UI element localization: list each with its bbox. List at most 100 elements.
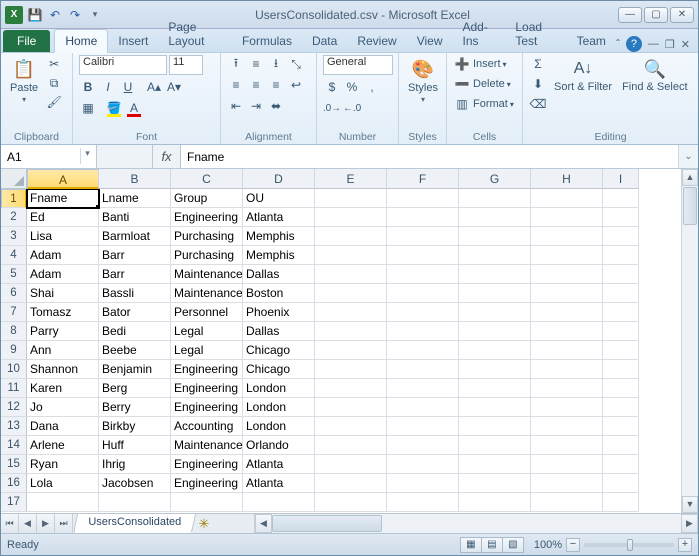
cell[interactable] (531, 379, 603, 398)
cell[interactable] (459, 417, 531, 436)
tab-formulas[interactable]: Formulas (232, 30, 302, 52)
cell[interactable]: Bedi (99, 322, 171, 341)
cell[interactable] (603, 341, 639, 360)
cell[interactable]: Arlene (27, 436, 99, 455)
cell[interactable]: Maintenance (171, 265, 243, 284)
cell[interactable] (603, 474, 639, 493)
cell[interactable] (459, 303, 531, 322)
cell[interactable]: Berry (99, 398, 171, 417)
cell[interactable] (531, 417, 603, 436)
select-all-corner[interactable] (1, 169, 27, 189)
cell[interactable] (387, 322, 459, 341)
cell[interactable]: Atlanta (243, 474, 315, 493)
cell[interactable] (531, 227, 603, 246)
cell[interactable] (387, 246, 459, 265)
font-size-select[interactable]: 11 (169, 55, 203, 75)
cell[interactable]: Shannon (27, 360, 99, 379)
cell[interactable] (387, 474, 459, 493)
align-right-icon[interactable]: ≡ (267, 76, 285, 94)
cell[interactable] (531, 189, 603, 208)
formula-input[interactable]: Fname (181, 145, 678, 168)
cell[interactable]: Maintenance (171, 436, 243, 455)
cell[interactable] (531, 474, 603, 493)
decrease-font-icon[interactable]: A▾ (165, 78, 183, 96)
doc-minimize-icon[interactable]: — (648, 38, 659, 50)
doc-restore-icon[interactable]: ❐ (665, 38, 675, 51)
cell[interactable] (171, 493, 243, 512)
cell[interactable] (603, 322, 639, 341)
save-icon[interactable]: 💾 (27, 7, 43, 23)
cell[interactable]: Group (171, 189, 243, 208)
cell[interactable] (315, 265, 387, 284)
cell[interactable] (459, 227, 531, 246)
cell[interactable]: Dana (27, 417, 99, 436)
cell[interactable] (603, 360, 639, 379)
cell[interactable] (459, 474, 531, 493)
row-header[interactable]: 11 (1, 379, 27, 398)
align-center-icon[interactable]: ≡ (247, 76, 265, 94)
cell[interactable]: Engineering (171, 360, 243, 379)
italic-button[interactable]: I (99, 78, 117, 96)
cell[interactable] (603, 436, 639, 455)
cell[interactable] (459, 436, 531, 455)
fill-color-button[interactable]: 🪣 (105, 99, 123, 117)
cell[interactable]: Bassli (99, 284, 171, 303)
cell[interactable]: Beebe (99, 341, 171, 360)
styles-button[interactable]: 🎨 Styles ▾ (405, 55, 441, 106)
sheet-nav-prev-icon[interactable]: ◀ (19, 514, 37, 533)
row-header[interactable]: 3 (1, 227, 27, 246)
view-page-break-icon[interactable]: ▧ (502, 537, 524, 553)
cell[interactable] (603, 417, 639, 436)
cell[interactable] (603, 189, 639, 208)
cell[interactable]: Purchasing (171, 227, 243, 246)
cut-icon[interactable]: ✂ (45, 55, 63, 73)
cell[interactable] (387, 284, 459, 303)
row-header[interactable]: 4 (1, 246, 27, 265)
cell[interactable]: Huff (99, 436, 171, 455)
vertical-scroll-thumb[interactable] (683, 187, 697, 225)
cell[interactable]: Jacobsen (99, 474, 171, 493)
cell[interactable] (531, 322, 603, 341)
cell[interactable] (387, 398, 459, 417)
cell[interactable] (603, 227, 639, 246)
sheet-tab-active[interactable]: UsersConsolidated (73, 514, 196, 533)
cell[interactable]: Personnel (171, 303, 243, 322)
cell[interactable] (459, 379, 531, 398)
cell[interactable] (387, 265, 459, 284)
cell[interactable]: London (243, 417, 315, 436)
cell[interactable] (459, 455, 531, 474)
cell[interactable] (603, 455, 639, 474)
row-header[interactable]: 14 (1, 436, 27, 455)
cell[interactable] (531, 246, 603, 265)
row-header[interactable]: 5 (1, 265, 27, 284)
delete-cells-button[interactable]: ➖Delete▾ (453, 75, 511, 93)
scroll-left-button[interactable]: ◀ (255, 514, 272, 533)
autosum-icon[interactable]: Σ (529, 55, 547, 73)
scroll-right-button[interactable]: ▶ (681, 514, 698, 533)
orientation-icon[interactable]: ⤡ (287, 55, 305, 73)
cell[interactable] (531, 455, 603, 474)
paste-button[interactable]: 📋 Paste ▾ (7, 55, 41, 106)
cell[interactable]: Chicago (243, 341, 315, 360)
cell[interactable]: Lname (99, 189, 171, 208)
cell[interactable]: Karen (27, 379, 99, 398)
cell[interactable] (531, 341, 603, 360)
cell[interactable]: Ed (27, 208, 99, 227)
cell[interactable]: Lola (27, 474, 99, 493)
cell[interactable] (387, 189, 459, 208)
font-color-button[interactable]: A (125, 99, 143, 117)
column-header-H[interactable]: H (531, 169, 603, 189)
cell[interactable] (315, 493, 387, 512)
format-cells-button[interactable]: ▥Format▾ (453, 95, 514, 113)
tab-page-layout[interactable]: Page Layout (158, 16, 232, 52)
align-left-icon[interactable]: ≡ (227, 76, 245, 94)
cell[interactable]: Accounting (171, 417, 243, 436)
cell[interactable] (315, 284, 387, 303)
row-header[interactable]: 7 (1, 303, 27, 322)
zoom-slider[interactable] (584, 543, 674, 547)
clear-icon[interactable]: ⌫ (529, 95, 547, 113)
cell[interactable]: Adam (27, 246, 99, 265)
row-header[interactable]: 17 (1, 493, 27, 512)
increase-decimal-icon[interactable]: .0→ (323, 99, 341, 117)
cell[interactable] (387, 208, 459, 227)
